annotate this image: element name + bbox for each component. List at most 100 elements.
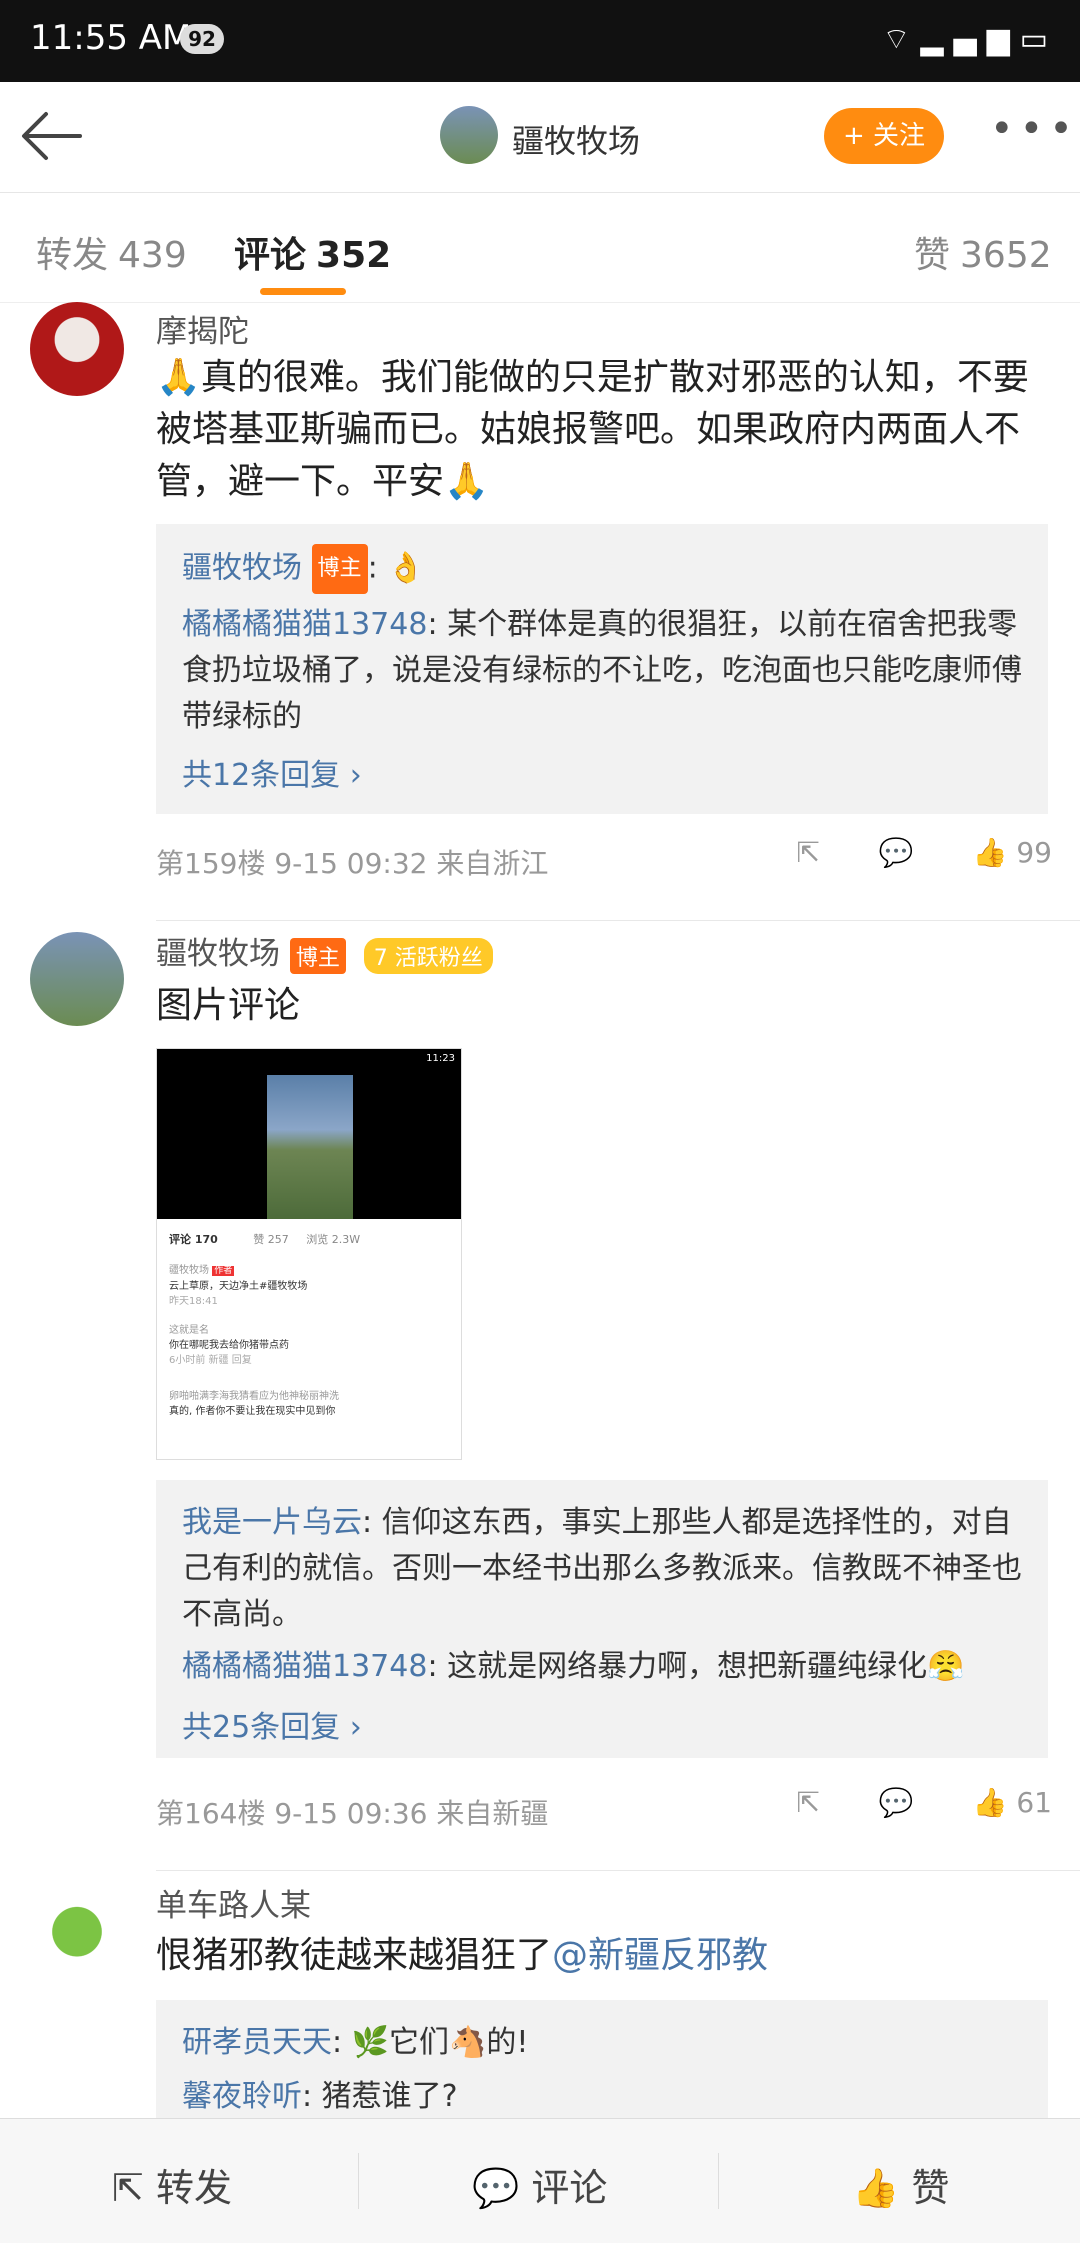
like-button[interactable]: 👍 赞 <box>852 2157 949 2212</box>
more-replies-link[interactable]: 共12条回复 › <box>182 750 362 794</box>
share-icon: ⇱ <box>112 2166 144 2210</box>
active-tab-indicator <box>260 288 346 295</box>
comment-text: 🙏真的很难。我们能做的只是扩散对邪恶的认知，不要被塔基亚斯骗而已。姑娘报警吧。如… <box>156 357 1029 502</box>
image-comment: 这就是名 你在哪呢我去给你猪带点药 6小时前 新疆 回复 <box>169 1323 449 1368</box>
nav-avatar[interactable] <box>440 106 498 164</box>
comment-actions: ⇱ 💬 👍 99 <box>746 834 1052 869</box>
reply-line: 研孝员天天: 🌿它们🐴的! <box>182 2020 1032 2066</box>
image-comment-text: 云上草原，天边净土#疆牧牧场 <box>169 1281 308 1292</box>
divider <box>718 2153 719 2209</box>
comment-button[interactable]: 💬 评论 <box>472 2157 607 2212</box>
reply-username[interactable]: 疆牧牧场 <box>182 551 302 586</box>
tab-likes[interactable]: 赞 3652 <box>914 226 1052 278</box>
comment-username[interactable]: 疆牧牧场 <box>156 936 280 972</box>
like-count: 61 <box>1016 1785 1052 1819</box>
tab-bar: 转发 439 评论 352 赞 3652 <box>0 192 1080 303</box>
comment-icon: 💬 <box>472 2166 520 2210</box>
comment-label: 评论 <box>531 2166 608 2210</box>
mention-link[interactable]: @新疆反邪教 <box>552 1935 768 1976</box>
divider <box>358 2153 359 2209</box>
reply-username[interactable]: 橘橘橘猫猫13748 <box>182 1649 427 1684</box>
comment-meta: 第159楼 9-15 09:32 来自浙江 <box>156 842 548 882</box>
wifi-icon: ⌔ <box>882 22 921 57</box>
like-button[interactable]: 👍 61 <box>973 1786 1052 1819</box>
comment-location: 来自新疆 <box>436 1797 549 1830</box>
more-icon[interactable]: ••• <box>990 106 1079 152</box>
comment-text-row: 恨猪邪教徒越来越猖狂了@新疆反邪教 <box>156 1930 1036 1982</box>
status-time: 11:55 AM <box>30 18 192 58</box>
like-button[interactable]: 👍 99 <box>973 836 1052 869</box>
status-bar: 11:55 AM 92 ⌔▂▄▆▭ <box>0 0 1080 82</box>
reply-line: 馨夜聆听: 猪惹谁了? <box>182 2074 1032 2120</box>
thumbs-up-icon: 👍 <box>972 1785 1008 1819</box>
reply-username[interactable]: 我是一片乌云 <box>182 1505 362 1540</box>
reply-username[interactable]: 研孝员天天 <box>182 2025 332 2060</box>
host-tag: 博主 <box>289 937 346 974</box>
share-icon[interactable]: ⇱ <box>796 1786 819 1819</box>
image-tab-views: 浏览 2.3W <box>306 1233 361 1246</box>
tab-comments[interactable]: 评论 352 <box>234 226 391 278</box>
comment-time: 9-15 09:36 <box>274 1797 428 1830</box>
status-icons: ⌔▂▄▆▭ <box>882 20 1058 58</box>
reply-line: 橘橘橘猫猫13748: 这就是网络暴力啊，想把新疆纯绿化😤 <box>182 1644 1032 1690</box>
tab-comments-count: 352 <box>316 235 392 276</box>
tab-reposts[interactable]: 转发 439 <box>36 226 187 278</box>
image-author-tag: 作者 <box>212 1266 235 1276</box>
reply-text: : 猪惹谁了? <box>302 2079 458 2114</box>
active-fan-badge: 7 活跃粉丝 <box>363 937 493 974</box>
avatar[interactable] <box>30 302 124 396</box>
back-arrow-icon[interactable] <box>20 108 84 164</box>
image-comment-text: 真的, 作者你不要让我在现实中见到你 <box>169 1406 336 1417</box>
divider <box>156 920 1080 921</box>
reply-icon[interactable]: 💬 <box>879 836 914 869</box>
image-tab-comments: 评论 170 <box>169 1233 218 1246</box>
like-count: 99 <box>1016 835 1052 869</box>
image-comment-time: 6小时前 新疆 回复 <box>169 1355 252 1366</box>
thumbs-up-icon: 👍 <box>972 835 1008 869</box>
follow-button[interactable]: + 关注 <box>824 108 944 164</box>
reply-box[interactable]: 我是一片乌云: 信仰这东西，事实上那些人都是选择性的，对自己有利的就信。否则一本… <box>156 1480 1048 1758</box>
image-comment-name: 卵啪啪满李海我猜看应为他神秘丽神洗 <box>169 1391 339 1402</box>
reply-username[interactable]: 橘橘橘猫猫13748 <box>182 607 427 642</box>
comment-username-row: 疆牧牧场 博主 7 活跃粉丝 <box>156 928 493 974</box>
reply-box[interactable]: 疆牧牧场 博主: 👌 橘橘橘猫猫13748: 某个群体是真的很猖狂，以前在宿舍把… <box>156 524 1048 814</box>
comment-time: 9-15 09:32 <box>274 847 428 880</box>
image-top-area: 11:23 <box>157 1049 461 1219</box>
reply-username[interactable]: 馨夜聆听 <box>182 2079 302 2114</box>
share-icon[interactable]: ⇱ <box>796 836 819 869</box>
reply-line: 疆牧牧场 博主: 👌 <box>182 544 1032 594</box>
comment-image[interactable]: 11:23 评论 170 赞 257 浏览 2.3W 疆牧牧场 作者 云上草原，… <box>156 1048 462 1460</box>
image-comment: 疆牧牧场 作者 云上草原，天边净土#疆牧牧场 昨天18:41 <box>169 1263 449 1309</box>
comment-username[interactable]: 单车路人某 <box>156 1880 311 1925</box>
tab-comments-label: 评论 <box>234 235 307 276</box>
reply-text: : 🌿它们🐴的! <box>332 2025 529 2060</box>
floor-number: 第164楼 <box>156 1797 266 1830</box>
comment-username[interactable]: 摩揭陀 <box>156 306 249 351</box>
video-thumbnail <box>267 1075 353 1219</box>
more-replies-link[interactable]: 共25条回复 › <box>182 1702 362 1746</box>
reply-line: 橘橘橘猫猫13748: 某个群体是真的很猖狂，以前在宿舍把我零食扔垃圾桶了，说是… <box>182 602 1032 740</box>
image-tab-likes: 赞 257 <box>253 1233 289 1246</box>
battery-icon: ▭ <box>1019 22 1058 57</box>
repost-button[interactable]: ⇱ 转发 <box>112 2157 232 2212</box>
comment-text: 恨猪邪教徒越来越猖狂了 <box>156 1935 553 1976</box>
signal-icon: ▂▄▆ <box>920 22 1020 57</box>
avatar[interactable] <box>30 1880 124 1974</box>
comment-location: 来自浙江 <box>436 847 549 880</box>
reply-text: : 👌 <box>367 550 425 586</box>
reply-icon[interactable]: 💬 <box>879 1786 914 1819</box>
like-label: 赞 <box>911 2166 950 2210</box>
nav-title[interactable]: 疆牧牧场 <box>512 116 640 162</box>
image-comment: 卵啪啪满李海我猜看应为他神秘丽神洗 真的, 作者你不要让我在现实中见到你 <box>169 1389 449 1419</box>
comment-text: 图片评论 <box>156 985 301 1026</box>
image-tabs: 评论 170 赞 257 浏览 2.3W <box>169 1231 360 1247</box>
divider <box>156 1870 1080 1871</box>
nav-bar: 疆牧牧场 + 关注 ••• <box>0 82 1080 193</box>
tab-likes-label: 赞 <box>914 235 951 276</box>
bottom-action-bar: ⇱ 转发 💬 评论 👍 赞 <box>0 2118 1080 2243</box>
avatar[interactable] <box>30 932 124 1026</box>
image-comment-name: 这就是名 <box>169 1325 209 1336</box>
notification-badge: 92 <box>180 24 224 54</box>
reply-line: 我是一片乌云: 信仰这东西，事实上那些人都是选择性的，对自己有利的就信。否则一本… <box>182 1500 1032 1638</box>
repost-label: 转发 <box>155 2166 232 2210</box>
